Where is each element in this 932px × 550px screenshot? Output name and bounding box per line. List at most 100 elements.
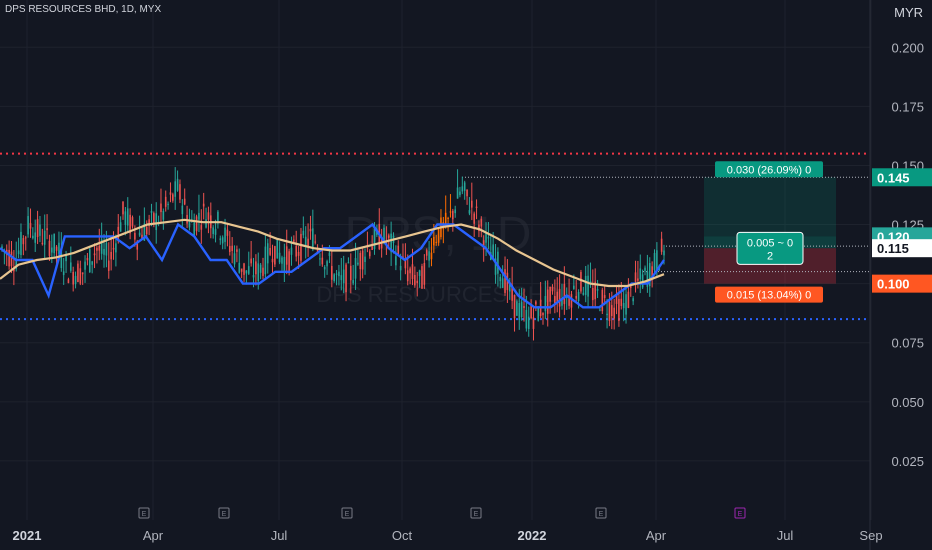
candle-body [530,306,532,319]
candle-body [77,263,79,283]
price-tag-label: 0.145 [877,170,910,185]
candle-body [138,232,141,236]
candle-body [532,317,535,329]
candle-body [221,237,224,244]
candle-body [554,296,556,304]
candle-body [134,232,136,240]
candle-body [266,243,269,264]
candle-body [459,191,461,196]
candle-body [271,258,274,263]
candle-body [205,219,207,228]
candle-body [319,258,321,260]
candle-body [461,186,464,192]
candle-body [395,256,397,266]
candle-body [53,233,56,254]
candle-body [250,258,252,264]
x-tick-label: Apr [646,528,667,543]
candle-body [397,245,400,255]
candle-body [233,253,236,265]
candle-body [634,272,637,282]
candle-body [406,270,409,282]
candle-body [463,182,466,191]
candle-body [587,275,589,297]
candle-body [331,265,333,280]
price-chart[interactable]: DPS, 1D DPS RESOURCES BHD 0.025 0.050 0.07… [0,0,932,550]
candle-body [198,212,200,220]
candle-body [473,213,475,224]
candle-body [357,262,359,265]
candle-body [610,305,613,317]
candle-body [162,210,165,220]
candle-body [558,288,561,307]
candle-body [307,238,309,247]
candle-body [613,307,615,319]
candle-body [577,291,580,302]
candle-body [620,298,623,306]
candle-body [179,184,181,200]
candle-body [475,206,478,208]
stop-label: 0.015 (13.04%) 0 [727,290,811,302]
time-axis[interactable]: 2021 Apr Jul Oct 2022 Apr Jul Sep E E E E E E [13,507,883,543]
candle-body [20,231,22,255]
candle-body [345,264,347,293]
candle-body [293,239,295,242]
chart-watermark: DPS, 1D DPS RESOURCES BHD [316,208,559,307]
candle-body [449,211,452,213]
candle-body [29,222,32,229]
candle-body [297,251,300,256]
candle-body [285,246,288,265]
currency-label[interactable]: MYR [891,4,926,21]
candle-body [551,286,554,292]
candle-body [103,248,105,255]
candle-body [364,256,366,263]
candle-body [55,246,58,251]
candle-body [126,208,129,226]
candle-body [433,236,435,246]
candle-body [471,200,473,208]
earnings-marker-label: E [474,511,479,518]
earnings-marker-label: E [345,511,350,518]
candle-body [549,286,551,302]
candle-body [219,238,222,241]
candle-body [91,261,93,265]
candle-body [371,246,373,250]
target-zone[interactable] [704,177,836,237]
candle-body [131,217,134,227]
candle-body [663,250,665,256]
watermark-name: DPS RESOURCES BHD [316,282,559,307]
candle-body [468,210,471,214]
candle-body [535,301,537,305]
candle-body [17,250,20,255]
x-tick-label: Jul [777,528,794,543]
candle-body [487,237,490,239]
candle-body [67,279,70,283]
candle-body [537,308,540,321]
candle-body [243,263,245,275]
candle-body [281,257,283,264]
candle-body [452,210,454,220]
candle-body [416,280,419,284]
candle-body [172,194,174,201]
candle-body [342,269,345,284]
candle-body [212,227,214,234]
candle-body [259,264,262,273]
candle-body [176,178,179,191]
candle-body [32,235,34,239]
candle-body [79,268,82,284]
candle-body [326,261,328,267]
candle-body [354,258,357,279]
candle-body [238,262,241,273]
candle-body [437,229,440,243]
candle-body [88,249,91,273]
candle-body [352,280,354,284]
candle-body [169,192,172,195]
candle-body [527,316,530,329]
candle-body [70,262,72,271]
candle-body [596,288,599,291]
candle-body [421,266,423,289]
candle-body [160,203,162,213]
candle-body [349,265,352,281]
candle-body [601,289,604,312]
candle-body [544,296,547,312]
candle-body [290,247,293,255]
